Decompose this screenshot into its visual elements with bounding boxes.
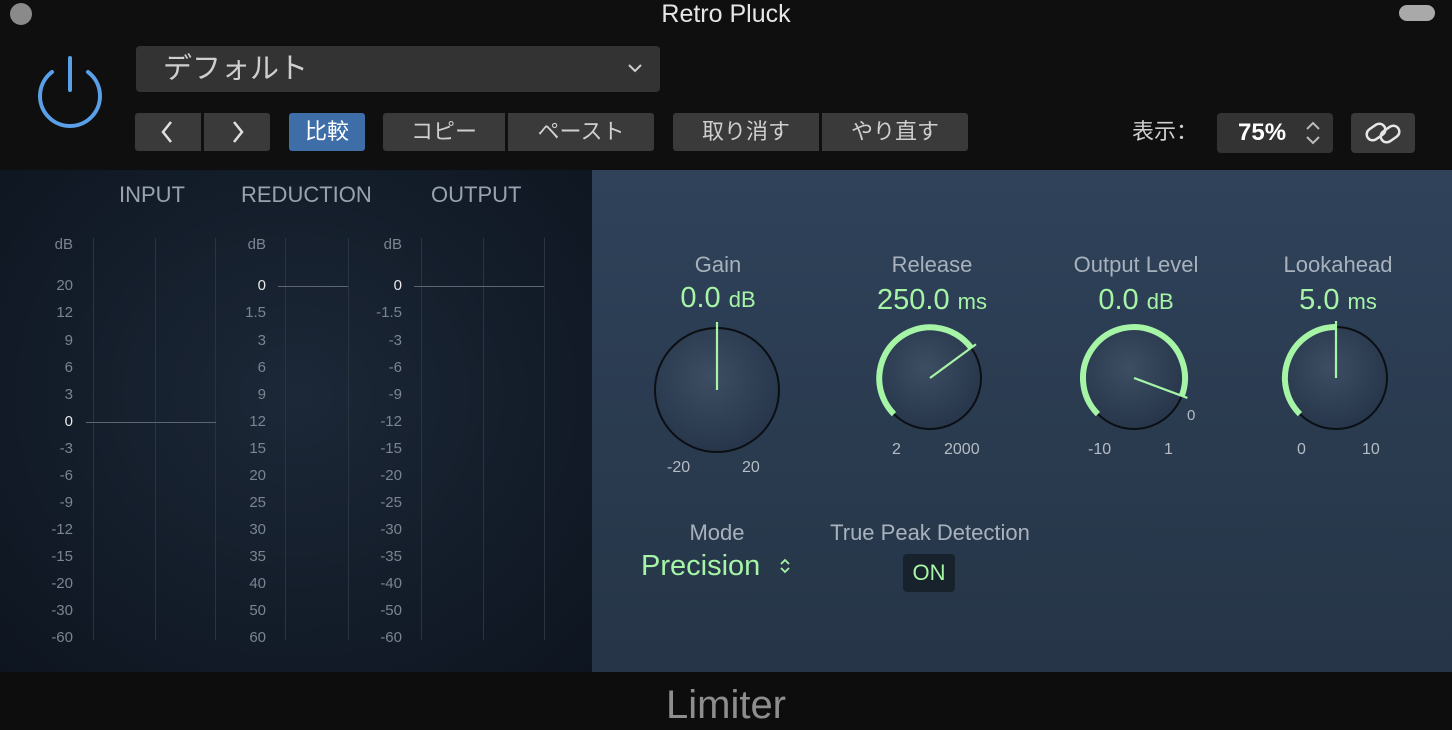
meter-zero-line: [278, 286, 348, 287]
meter-tick-label: 25: [249, 494, 266, 511]
meter-grid-line: [483, 238, 484, 640]
link-button[interactable]: [1351, 113, 1415, 153]
meter-tick-label: 3: [64, 386, 73, 403]
chevron-left-icon: [161, 121, 172, 143]
meter-tick-label: 60: [249, 629, 266, 646]
meter-tick-label: 20: [249, 467, 266, 484]
meter-tick-label: -40: [380, 575, 402, 592]
meter-tick-label: -15: [51, 548, 73, 565]
updown-arrows-icon[interactable]: [778, 556, 792, 576]
meter-tick-label: -6: [388, 359, 402, 376]
meter-tick-label: 35: [249, 548, 266, 565]
compare-button[interactable]: 比較: [289, 113, 365, 151]
knob-layer: [654, 321, 1388, 453]
meter-tick-label: -30: [380, 521, 402, 538]
meter-tick-label: 50: [249, 602, 266, 619]
true-peak-label: True Peak Detection: [830, 520, 1030, 545]
power-icon[interactable]: [30, 52, 110, 132]
meter-grid-line: [544, 238, 545, 640]
meter-tick-label: 20: [56, 277, 73, 294]
meter-tick-label: -35: [380, 548, 402, 565]
meter-tick-label: -25: [380, 494, 402, 511]
meter-unit-label: dB: [247, 236, 266, 253]
meter-tick-label: 6: [257, 359, 266, 376]
meter-tick-label: -20: [51, 575, 73, 592]
meter-tick-label: -9: [59, 494, 73, 511]
meter-tick-label: -9: [388, 386, 402, 403]
undo-button[interactable]: 取り消す: [673, 113, 819, 151]
mode-label: Mode: [689, 520, 745, 545]
meter-tick-label: 40: [249, 575, 266, 592]
mode-select[interactable]: Precision: [641, 548, 760, 584]
meter-zero-line: [86, 422, 216, 423]
stepper-icon[interactable]: [1303, 118, 1323, 148]
meter-tick-label: 0: [257, 277, 266, 294]
next-preset-button[interactable]: [204, 113, 270, 151]
meter-tick-label: 6: [64, 359, 73, 376]
meter-grid-line: [215, 238, 216, 640]
meter-header-reduction: REDUCTION: [241, 182, 372, 207]
meter-tick-label: -1.5: [376, 304, 402, 321]
meter-tick-label: 12: [56, 304, 73, 321]
meter-grid-line: [421, 238, 422, 640]
release-knob[interactable]: [876, 324, 982, 430]
meter-header-input: INPUT: [119, 182, 185, 207]
zoom-value: 75%: [1238, 119, 1287, 146]
meter-grid-line: [93, 238, 94, 640]
meter-tick-label: -30: [51, 602, 73, 619]
link-icon: [1365, 122, 1401, 144]
preset-label: デフォルト: [163, 53, 309, 85]
true-peak-toggle[interactable]: ON: [903, 554, 955, 592]
meter-tick-label: 9: [64, 332, 73, 349]
view-label: 表示：: [1132, 119, 1199, 144]
meter-grid-line: [285, 238, 286, 640]
meter-tick-label: 3: [257, 332, 266, 349]
meter-tick-label: 30: [249, 521, 266, 538]
copy-button[interactable]: コピー: [383, 113, 505, 151]
meter-header-output: OUTPUT: [431, 182, 522, 207]
meter-tick-label: -60: [380, 629, 402, 646]
meter-tick-label: -12: [51, 521, 73, 538]
meter-tick-label: 15: [249, 440, 266, 457]
meter-tick-label: 0: [393, 277, 402, 294]
meter-unit-label: dB: [54, 236, 73, 253]
redo-button[interactable]: やり直す: [822, 113, 968, 151]
previous-preset-button[interactable]: [135, 113, 201, 151]
lookahead-knob[interactable]: [1281, 321, 1388, 430]
chevron-down-icon: [628, 64, 642, 73]
chevron-right-icon: [233, 121, 244, 143]
meter-tick-label: -20: [380, 467, 402, 484]
meter-unit-label: dB: [383, 236, 402, 253]
meter-tick-label: 9: [257, 386, 266, 403]
meter-tick-label: 0: [64, 413, 73, 430]
meter-grid-line: [348, 238, 349, 640]
meter-tick-label: -15: [380, 440, 402, 457]
meter-zero-line: [414, 286, 544, 287]
window-title: Retro Pluck: [661, 0, 791, 28]
meter-panel: [0, 170, 592, 672]
meter-grid-line: [155, 238, 156, 640]
gain-knob[interactable]: [654, 322, 780, 453]
meter-tick-label: -12: [380, 413, 402, 430]
meter-tick-label: 1.5: [245, 304, 266, 321]
meter-tick-label: -3: [388, 332, 402, 349]
output-level-knob[interactable]: [1080, 324, 1188, 430]
meter-tick-label: -50: [380, 602, 402, 619]
meter-tick-label: 12: [249, 413, 266, 430]
paste-button[interactable]: ペースト: [508, 113, 654, 151]
plugin-name: Limiter: [665, 683, 787, 727]
window-resize-pill[interactable]: [1399, 5, 1435, 21]
meter-tick-label: -6: [59, 467, 73, 484]
meter-tick-label: -3: [59, 440, 73, 457]
meter-tick-label: -60: [51, 629, 73, 646]
